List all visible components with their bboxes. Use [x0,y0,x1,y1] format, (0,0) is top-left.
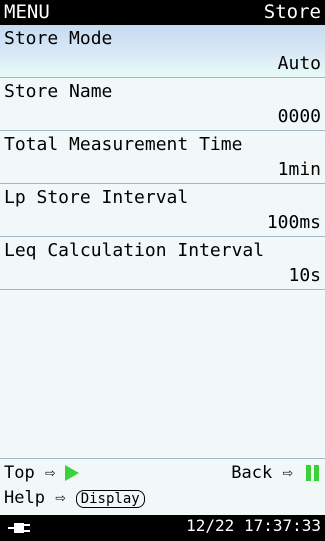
key-guide: Top ⇨ Back ⇨ Help ⇨ Display [0,458,325,516]
status-bar: 12/22 17:37:33 [0,515,325,537]
setting-value: Auto [277,53,321,74]
setting-store-name[interactable]: Store Name 0000 [0,78,325,131]
setting-value: 100ms [266,212,321,233]
right-arrow-icon: ⇨ [44,463,56,483]
setting-leq-calculation-interval[interactable]: Leq Calculation Interval 10s [0,237,325,290]
setting-value: 1min [277,159,321,180]
pause-icon [303,464,319,488]
settings-list: Store Mode Auto Store Name 0000 Total Me… [0,25,325,458]
setting-label: Store Name [4,81,113,102]
right-arrow-icon: ⇨ [282,463,293,483]
setting-label: Total Measurement Time [4,134,243,155]
setting-lp-store-interval[interactable]: Lp Store Interval 100ms [0,184,325,237]
right-arrow-icon: ⇨ [55,488,66,508]
setting-store-mode[interactable]: Store Mode Auto [0,25,325,78]
setting-total-measurement-time[interactable]: Total Measurement Time 1min [0,131,325,184]
setting-value: 10s [288,265,321,286]
menu-title: MENU [4,1,50,23]
title-bar: MENU Store [0,0,325,25]
page-name: Store [263,1,321,23]
back-label: Back [231,463,273,483]
setting-value: 0000 [277,106,321,127]
setting-label: Lp Store Interval [4,187,189,208]
datetime-readout: 12/22 17:37:33 [186,516,321,535]
setting-label: Store Mode [4,28,113,49]
play-icon [65,465,80,481]
top-key-hint[interactable]: Top ⇨ [4,461,80,485]
help-label: Help [4,488,45,508]
setting-label: Leq Calculation Interval [4,240,265,261]
top-label: Top [4,463,35,483]
help-key-hint[interactable]: Help ⇨ Display [4,486,145,510]
display-key: Display [75,490,145,508]
ac-plug-icon [6,519,32,541]
back-key-hint[interactable]: Back ⇨ [231,461,319,488]
